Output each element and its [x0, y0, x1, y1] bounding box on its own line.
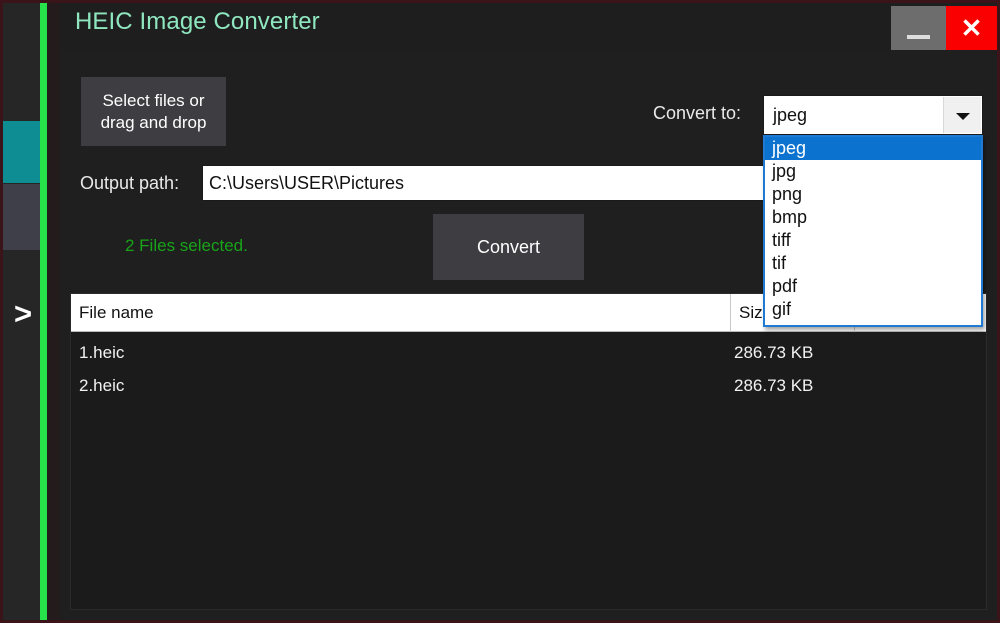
convert-to-label: Convert to:: [653, 103, 742, 123]
column-header-file-name[interactable]: File name: [71, 294, 731, 332]
minimize-button[interactable]: [891, 6, 946, 50]
convert-button[interactable]: Convert: [433, 214, 584, 280]
table-row[interactable]: 2.heic 286.73 KB: [71, 369, 986, 402]
select-files-button[interactable]: Select files or drag and drop: [81, 77, 226, 146]
format-select-arrow-button[interactable]: [943, 97, 981, 133]
format-select-dropdown[interactable]: jpeg jpg png bmp tiff tif pdf gif: [763, 135, 983, 327]
convert-button-label: Convert: [476, 236, 541, 257]
expand-chevron-icon[interactable]: >: [8, 295, 38, 333]
status-text: 2 Files selected.: [125, 236, 248, 255]
format-option-gif[interactable]: gif: [765, 298, 981, 321]
accent-bar: [40, 3, 47, 620]
format-option-tif[interactable]: tif: [765, 252, 981, 275]
app-screen: > HEIC Image Converter ✕ Select files or…: [0, 0, 1000, 623]
select-files-line1: Select files or: [102, 90, 205, 110]
file-list-panel: File name Size 1.heic 286.73 KB 2.heic 286.…: [70, 293, 987, 610]
left-rail: >: [3, 3, 40, 620]
file-name-cell: 2.heic: [79, 376, 125, 395]
format-option-tiff[interactable]: tiff: [765, 229, 981, 252]
output-path-input[interactable]: C:\Users\USER\Pictures: [202, 165, 855, 201]
select-files-line2: drag and drop: [100, 112, 207, 132]
close-button[interactable]: ✕: [946, 6, 997, 50]
format-option-jpeg[interactable]: jpeg: [765, 137, 981, 160]
output-path-label: Output path:: [80, 173, 180, 193]
file-name-cell: 1.heic: [79, 343, 125, 362]
format-select-value: jpeg: [773, 105, 808, 125]
chevron-down-icon: [956, 113, 970, 120]
format-option-png[interactable]: png: [765, 183, 981, 206]
table-row[interactable]: 1.heic 286.73 KB: [71, 336, 986, 369]
format-option-jpg[interactable]: jpg: [765, 160, 981, 183]
file-size-cell: 286.73 KB: [734, 376, 814, 395]
minimize-icon: [907, 35, 930, 39]
format-option-pdf[interactable]: pdf: [765, 275, 981, 298]
rail-block-gray[interactable]: [3, 184, 40, 250]
rail-block-teal[interactable]: [3, 121, 40, 183]
format-select[interactable]: jpeg: [763, 95, 983, 135]
page-title: HEIC Image Converter: [75, 8, 320, 35]
format-option-bmp[interactable]: bmp: [765, 206, 981, 229]
output-path-value: C:\Users\USER\Pictures: [209, 173, 405, 193]
title-bar: HEIC Image Converter ✕: [60, 3, 997, 50]
file-size-cell: 286.73 KB: [734, 343, 814, 362]
app-window: HEIC Image Converter ✕ Select files or d…: [60, 3, 997, 620]
